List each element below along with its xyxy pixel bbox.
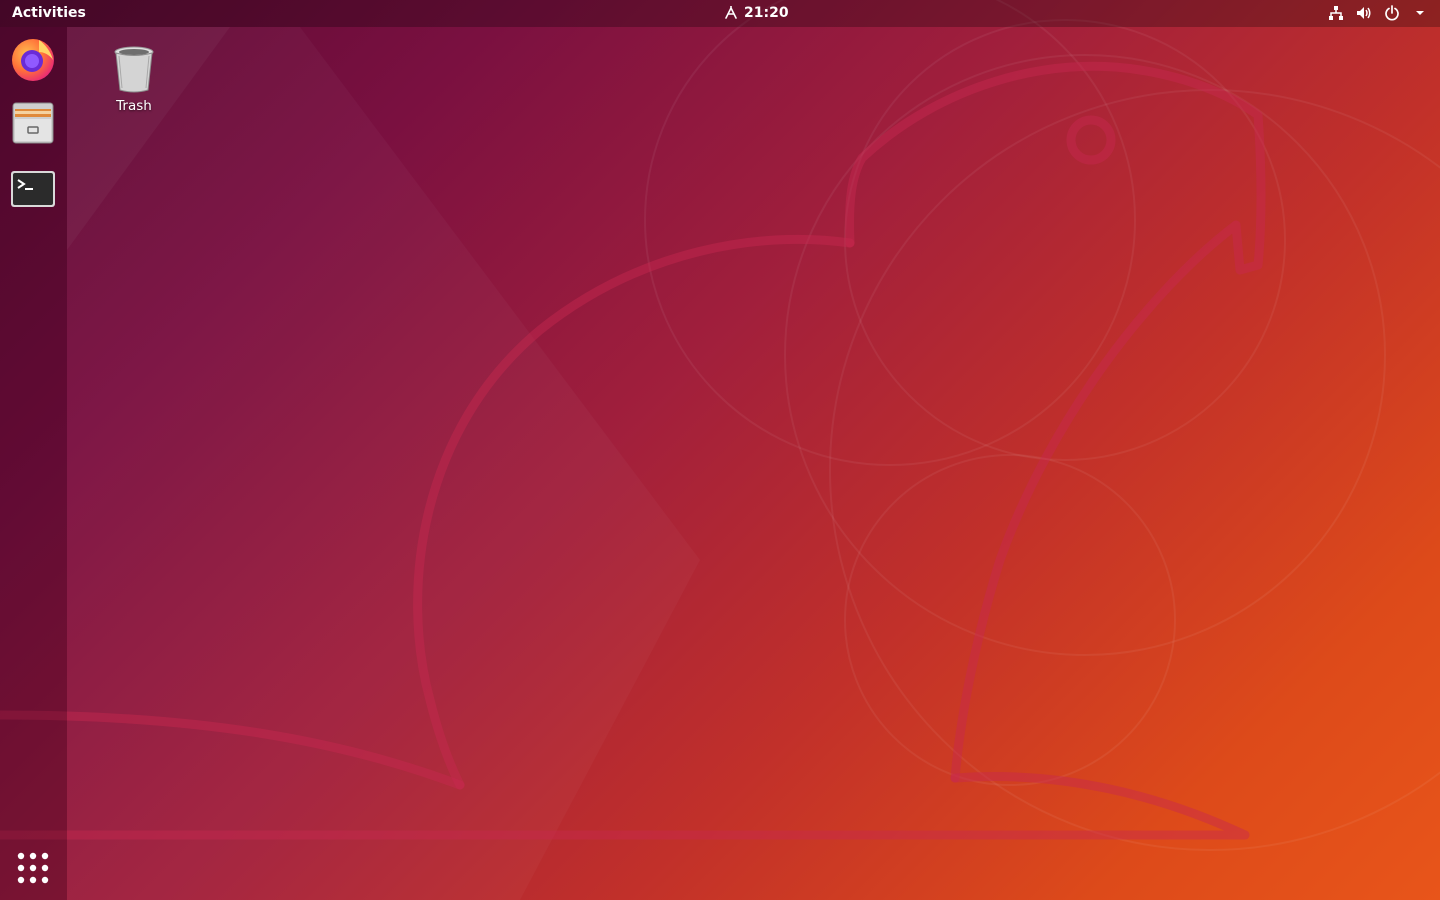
show-applications-button[interactable] xyxy=(15,850,51,886)
alarm-icon xyxy=(725,6,737,19)
activities-button[interactable]: Activities xyxy=(12,5,86,21)
clock-time: 21:20 xyxy=(744,5,789,21)
desktop-wallpaper xyxy=(0,0,1440,900)
dock-terminal[interactable] xyxy=(9,165,57,213)
power-icon[interactable] xyxy=(1384,5,1400,21)
volume-icon[interactable] xyxy=(1356,5,1372,21)
chevron-down-icon[interactable] xyxy=(1412,5,1428,21)
system-tray[interactable] xyxy=(1328,5,1428,21)
clock-button[interactable]: 21:20 xyxy=(724,5,789,21)
files-icon xyxy=(12,102,54,144)
firefox-icon xyxy=(12,39,54,81)
desktop-icon-trash[interactable]: Trash xyxy=(104,44,164,114)
network-icon[interactable] xyxy=(1328,5,1344,21)
top-bar: Activities 21:20 xyxy=(0,0,1440,27)
dock-files[interactable] xyxy=(9,99,57,147)
wallpaper-beaver-artwork xyxy=(0,0,1440,851)
trash-icon xyxy=(114,46,154,93)
dock-firefox[interactable] xyxy=(9,34,57,82)
desktop-icon-label: Trash xyxy=(116,98,152,114)
grid-icon xyxy=(17,852,49,884)
terminal-icon xyxy=(11,171,55,207)
dock xyxy=(0,27,67,900)
